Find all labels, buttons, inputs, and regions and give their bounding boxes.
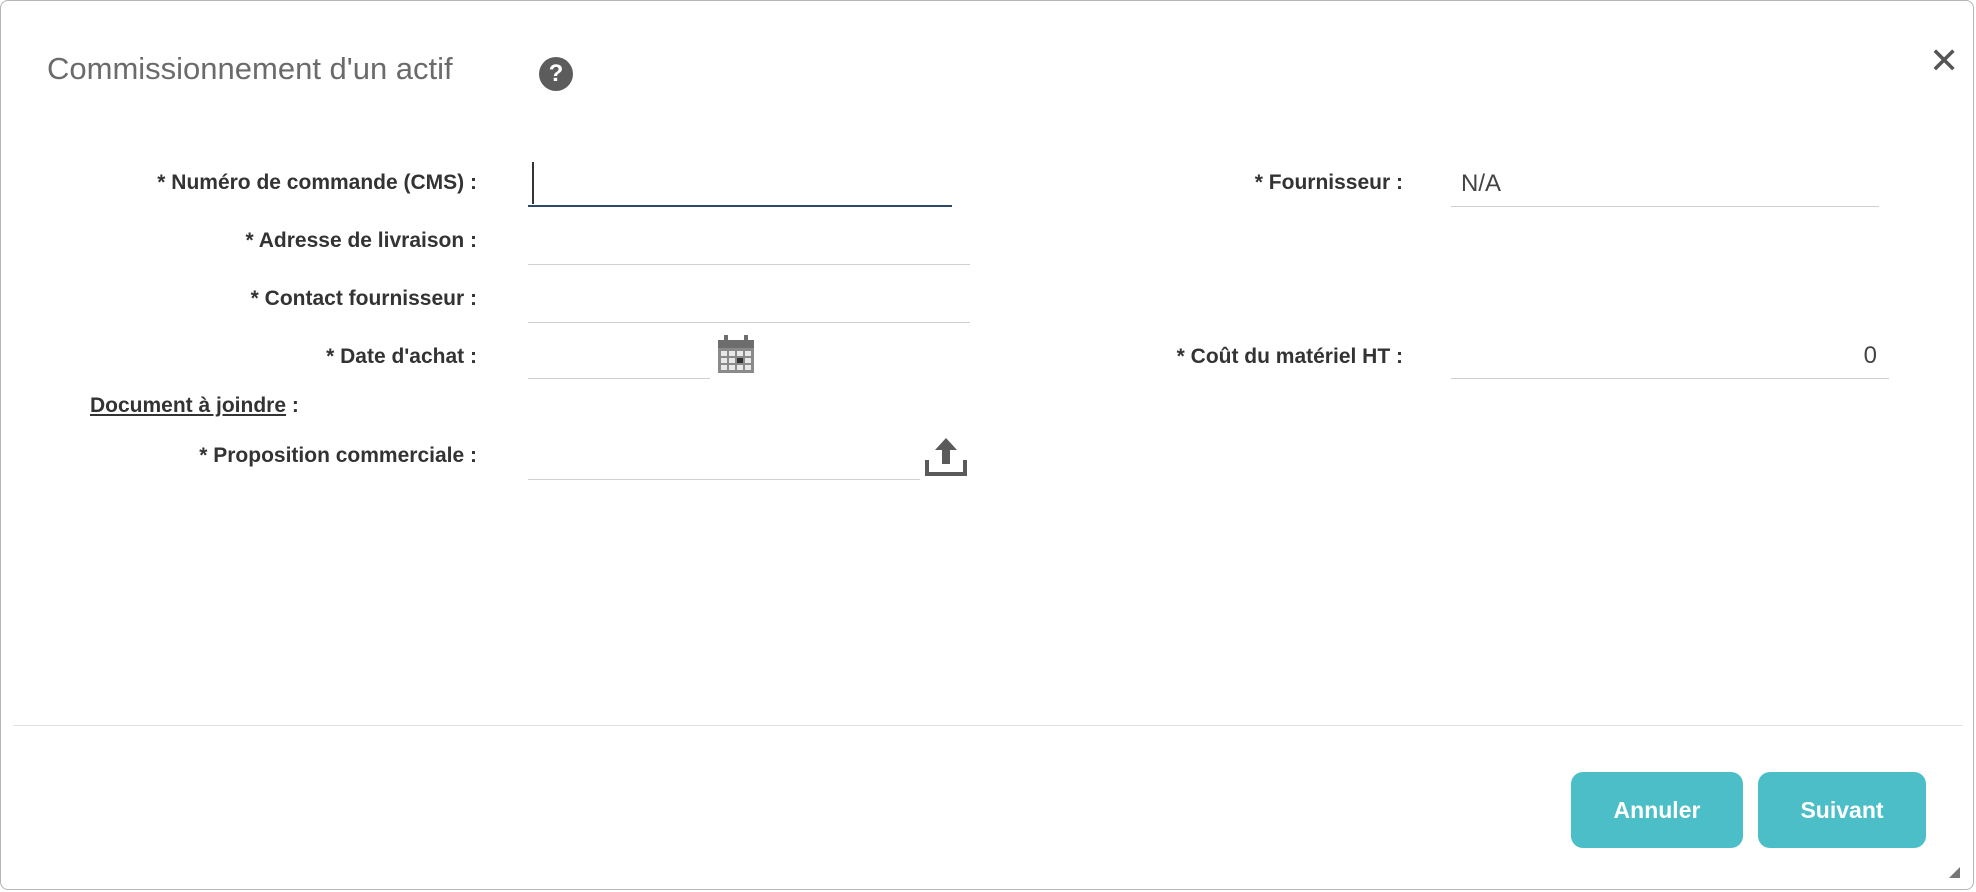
attachment-section-title: Document à joindre : [90,394,299,418]
purchase-date-label: * Date d'achat : [326,345,477,368]
text-caret [532,162,534,204]
footer-divider [13,725,1963,726]
resize-grip-icon[interactable] [1949,867,1960,878]
order-number-input[interactable] [528,161,952,207]
hardware-cost-input[interactable] [1451,333,1889,379]
close-icon[interactable]: ✕ [1929,43,1959,79]
supplier-input[interactable] [1451,161,1879,207]
cancel-button[interactable]: Annuler [1571,772,1743,848]
purchase-date-input[interactable] [528,333,710,379]
supplier-label: * Fournisseur : [1254,171,1403,194]
help-icon[interactable]: ? [539,57,573,91]
attachment-section-colon: : [286,394,299,417]
delivery-address-label: * Adresse de livraison : [245,229,477,252]
commissioning-dialog: Commissionnement d'un actif ? ✕ * Numéro… [0,0,1974,890]
hardware-cost-label: * Coût du matériel HT : [1176,345,1403,368]
dialog-title: Commissionnement d'un actif [47,51,453,86]
supplier-contact-label: * Contact fournisseur : [250,287,477,310]
next-button[interactable]: Suivant [1758,772,1926,848]
order-number-label: * Numéro de commande (CMS) : [157,171,477,194]
supplier-contact-input[interactable] [528,277,970,323]
commercial-proposal-label: * Proposition commerciale : [199,444,477,467]
upload-icon[interactable] [924,434,968,478]
calendar-icon[interactable] [717,334,755,374]
attachment-section-heading: Document à joindre [90,394,287,417]
delivery-address-input[interactable] [528,219,970,265]
commercial-proposal-input[interactable] [528,434,920,480]
